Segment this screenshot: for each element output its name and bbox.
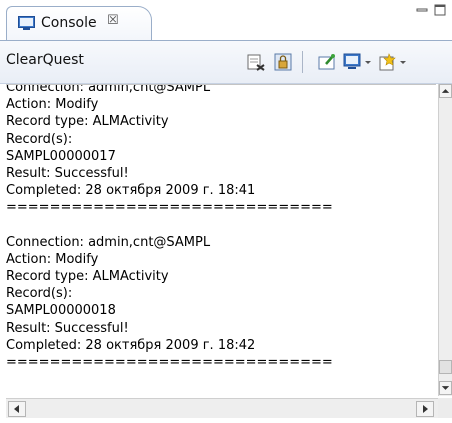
console-line: SAMPL00000017 <box>6 148 116 164</box>
scroll-lock-icon[interactable] <box>274 53 292 71</box>
console-line: Completed: 28 октября 2009 г. 18:42 <box>6 337 256 353</box>
console-line: ============================== <box>6 200 333 216</box>
dropdown-arrow-icon[interactable] <box>363 53 373 71</box>
toolbar-separator <box>302 51 303 73</box>
horizontal-scrollbar[interactable] <box>6 398 438 418</box>
scroll-left-button[interactable] <box>8 401 26 417</box>
console-line: Connection: admin,cnt@SAMPL <box>6 84 211 95</box>
console-line: Result: Successful! <box>6 320 129 336</box>
console-line: ============================== <box>6 355 333 370</box>
tab-console[interactable]: Console ☒ <box>6 6 152 40</box>
tab-console-label: Console <box>41 15 97 31</box>
console-line: Action: Modify <box>6 97 99 113</box>
dropdown-arrow-icon[interactable] <box>398 53 408 71</box>
display-console-icon[interactable] <box>343 53 361 71</box>
arrow-down-icon <box>441 386 450 390</box>
console-toolbar: ClearQuest <box>0 41 452 84</box>
console-line: Result: Successful! <box>6 165 129 181</box>
console-line: Action: Modify <box>6 251 99 267</box>
scroll-up-button[interactable] <box>439 84 452 98</box>
console-line: Record type: ALMActivity <box>6 269 169 285</box>
arrow-right-icon <box>423 405 428 413</box>
console-line: SAMPL00000018 <box>6 303 116 319</box>
arrow-up-icon <box>441 89 450 93</box>
close-icon[interactable]: ☒ <box>107 13 119 28</box>
console-output[interactable]: Connection: admin,cnt@SAMPL Action: Modi… <box>6 84 436 397</box>
clear-console-icon[interactable] <box>247 53 265 71</box>
console-line: Record(s): <box>6 286 73 302</box>
vertical-scrollbar[interactable] <box>438 84 452 396</box>
maximize-icon[interactable] <box>434 4 446 16</box>
scroll-down-button[interactable] <box>439 381 452 395</box>
view-tab-bar: Console ☒ <box>0 0 452 41</box>
console-line: Record(s): <box>6 131 73 147</box>
vertical-scroll-thumb[interactable] <box>439 360 452 374</box>
console-line: Record type: ALMActivity <box>6 114 169 130</box>
console-icon <box>18 16 35 30</box>
console-line: Completed: 28 октября 2009 г. 18:41 <box>6 183 256 199</box>
console-name: ClearQuest <box>6 52 84 68</box>
scrollbar-corner <box>438 398 452 418</box>
pin-console-icon[interactable] <box>318 53 336 71</box>
arrow-left-icon <box>14 405 19 413</box>
scroll-right-button[interactable] <box>416 401 434 417</box>
console-line: Connection: admin,cnt@SAMPL <box>6 234 211 250</box>
minimize-icon[interactable] <box>416 4 428 16</box>
new-console-icon[interactable] <box>378 53 396 71</box>
